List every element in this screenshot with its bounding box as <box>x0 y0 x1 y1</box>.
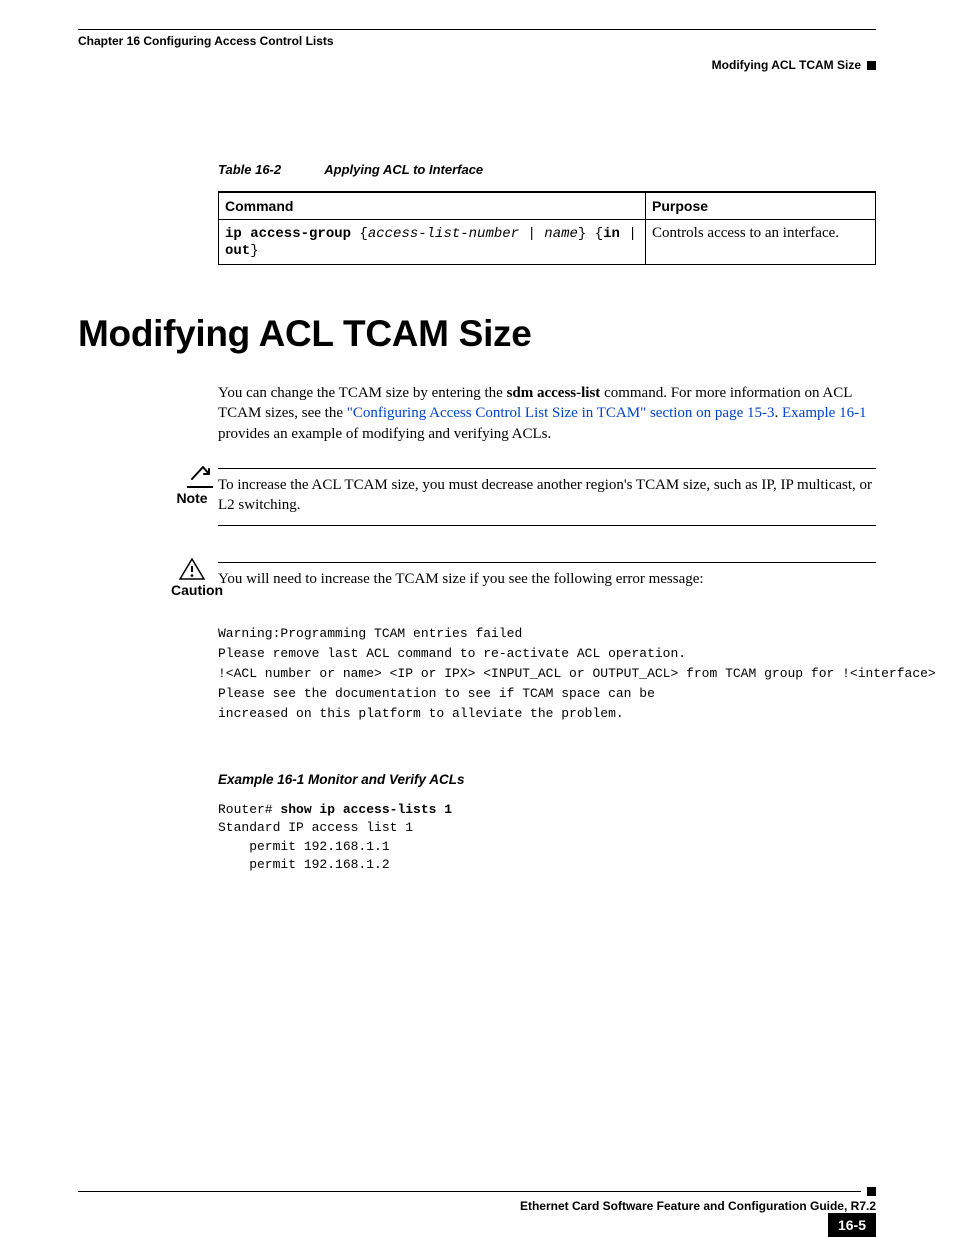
xref-link-example[interactable]: Example 16-1 <box>782 405 867 421</box>
table-number: Table 16-2 <box>218 162 281 177</box>
example-caption: Example 16-1 Monitor and Verify ACLs <box>218 772 876 787</box>
table-title: Applying ACL to Interface <box>324 162 483 177</box>
chapter-header: Chapter 16 Configuring Access Control Li… <box>78 34 334 48</box>
caution-icon: Caution <box>171 558 213 598</box>
intro-paragraph: You can change the TCAM size by entering… <box>218 383 876 444</box>
acl-table: Command Purpose ip access-group {access-… <box>218 191 876 265</box>
footer-title: Ethernet Card Software Feature and Confi… <box>78 1199 876 1213</box>
note-text: To increase the ACL TCAM size, you must … <box>218 468 876 527</box>
caution-label: Caution <box>171 582 213 598</box>
note-label: Note <box>171 490 213 506</box>
caution-text: You will need to increase the TCAM size … <box>218 562 876 593</box>
td-command: ip access-group {access-list-number | na… <box>219 220 646 265</box>
page-number: 16-5 <box>828 1213 876 1237</box>
warning-output: Warning:Programming TCAM entries failed … <box>218 624 876 725</box>
footer-marker-icon <box>867 1187 876 1196</box>
td-purpose: Controls access to an interface. <box>646 220 876 265</box>
note-icon: Note <box>171 464 213 506</box>
table-row: ip access-group {access-list-number | na… <box>219 220 876 265</box>
example-code: Router# show ip access-lists 1 Standard … <box>218 801 876 874</box>
page-footer: Ethernet Card Software Feature and Confi… <box>78 1187 876 1213</box>
th-command: Command <box>219 192 646 220</box>
page-title: Modifying ACL TCAM Size <box>78 313 876 355</box>
table-caption: Table 16-2 Applying ACL to Interface <box>218 162 876 177</box>
header-marker-icon <box>867 61 876 70</box>
xref-link-config-acl[interactable]: "Configuring Access Control List Size in… <box>347 405 775 421</box>
section-header: Modifying ACL TCAM Size <box>712 58 861 72</box>
th-purpose: Purpose <box>646 192 876 220</box>
